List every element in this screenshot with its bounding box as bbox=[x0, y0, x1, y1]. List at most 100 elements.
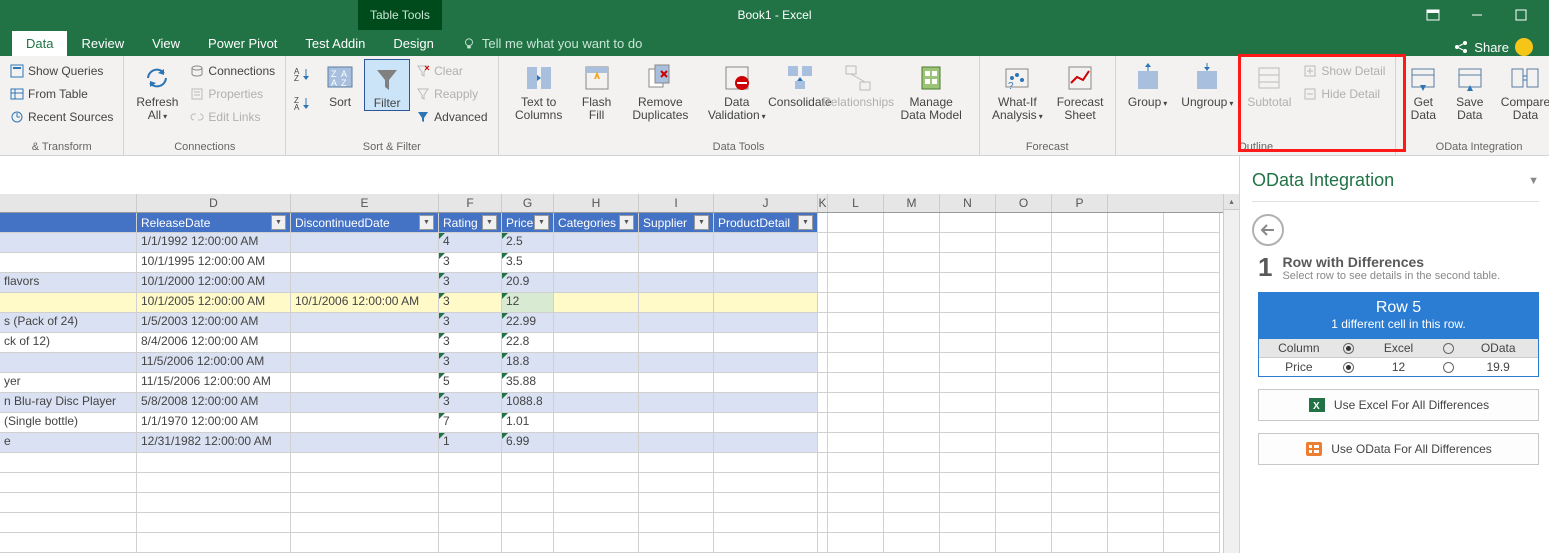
cell[interactable] bbox=[884, 253, 940, 273]
cell[interactable]: 3 bbox=[439, 313, 502, 333]
cell[interactable] bbox=[554, 493, 639, 513]
cell[interactable] bbox=[502, 533, 554, 553]
filter-dropdown-icon[interactable]: ▼ bbox=[798, 215, 813, 230]
cell[interactable] bbox=[884, 533, 940, 553]
cell[interactable]: 1.01 bbox=[502, 413, 554, 433]
cell[interactable] bbox=[1052, 393, 1108, 413]
filter-dropdown-icon[interactable]: ▼ bbox=[482, 215, 497, 230]
cell[interactable] bbox=[502, 493, 554, 513]
cell[interactable] bbox=[828, 273, 884, 293]
cell[interactable] bbox=[639, 353, 714, 373]
table-header[interactable]: DiscontinuedDate▼ bbox=[291, 213, 439, 233]
cell[interactable] bbox=[884, 453, 940, 473]
cell[interactable] bbox=[996, 533, 1052, 553]
cell[interactable] bbox=[940, 393, 996, 413]
col-header-F[interactable]: F bbox=[439, 194, 502, 212]
cell[interactable]: 12/31/1982 12:00:00 AM bbox=[137, 433, 291, 453]
cell[interactable] bbox=[1164, 453, 1220, 473]
cell[interactable]: 20.9 bbox=[502, 273, 554, 293]
connections-button[interactable]: Connections bbox=[186, 60, 279, 82]
cell[interactable] bbox=[137, 453, 291, 473]
cell[interactable] bbox=[502, 473, 554, 493]
cell[interactable] bbox=[884, 513, 940, 533]
cell[interactable] bbox=[884, 493, 940, 513]
cell[interactable] bbox=[1052, 513, 1108, 533]
cell[interactable] bbox=[291, 313, 439, 333]
cell[interactable]: 7 bbox=[439, 413, 502, 433]
cell[interactable] bbox=[0, 233, 137, 253]
cell[interactable] bbox=[1108, 253, 1164, 273]
col-header-M[interactable]: M bbox=[884, 194, 940, 212]
cell[interactable]: 1/5/2003 12:00:00 AM bbox=[137, 313, 291, 333]
cell[interactable] bbox=[137, 473, 291, 493]
cell[interactable]: 3 bbox=[439, 393, 502, 413]
tell-me-search[interactable]: Tell me what you want to do bbox=[448, 31, 656, 56]
cell[interactable] bbox=[554, 473, 639, 493]
cell[interactable] bbox=[828, 253, 884, 273]
cell[interactable]: 3 bbox=[439, 353, 502, 373]
cell[interactable] bbox=[1108, 313, 1164, 333]
cell[interactable] bbox=[940, 453, 996, 473]
cell[interactable] bbox=[0, 533, 137, 553]
col-header-L[interactable]: L bbox=[828, 194, 884, 212]
cell[interactable] bbox=[0, 293, 137, 313]
cell[interactable] bbox=[996, 353, 1052, 373]
cell[interactable] bbox=[554, 313, 639, 333]
cell[interactable] bbox=[828, 313, 884, 333]
cell[interactable] bbox=[818, 233, 828, 253]
cell[interactable] bbox=[291, 373, 439, 393]
cell[interactable] bbox=[554, 273, 639, 293]
share-button[interactable]: Share bbox=[1474, 40, 1509, 55]
cell[interactable] bbox=[1164, 433, 1220, 453]
cell[interactable]: flavors bbox=[0, 273, 137, 293]
cell[interactable] bbox=[639, 433, 714, 453]
cell[interactable]: 1/1/1992 12:00:00 AM bbox=[137, 233, 291, 253]
filter-dropdown-icon[interactable]: ▼ bbox=[619, 215, 634, 230]
cell[interactable] bbox=[884, 413, 940, 433]
cell[interactable] bbox=[291, 493, 439, 513]
cell[interactable] bbox=[714, 293, 818, 313]
cell[interactable] bbox=[884, 473, 940, 493]
cell[interactable] bbox=[818, 273, 828, 293]
cell[interactable] bbox=[1164, 313, 1220, 333]
cell[interactable]: 11/15/2006 12:00:00 AM bbox=[137, 373, 291, 393]
cell[interactable] bbox=[0, 513, 137, 533]
select-excel-radio[interactable] bbox=[1343, 343, 1354, 354]
cell[interactable] bbox=[1164, 233, 1220, 253]
cell[interactable] bbox=[828, 433, 884, 453]
cell[interactable] bbox=[291, 233, 439, 253]
cell[interactable] bbox=[639, 233, 714, 253]
cell[interactable]: 2.5 bbox=[502, 233, 554, 253]
cell[interactable] bbox=[828, 293, 884, 313]
table-header[interactable]: Price▼ bbox=[502, 213, 554, 233]
select-odata-radio[interactable] bbox=[1443, 343, 1454, 354]
cell[interactable]: s (Pack of 24) bbox=[0, 313, 137, 333]
cell[interactable]: n Blu-ray Disc Player bbox=[0, 393, 137, 413]
cell[interactable] bbox=[818, 253, 828, 273]
cell[interactable]: 12 bbox=[502, 293, 554, 313]
cell[interactable]: 22.99 bbox=[502, 313, 554, 333]
col-header-D[interactable]: D bbox=[137, 194, 291, 212]
cell[interactable] bbox=[714, 493, 818, 513]
cell[interactable] bbox=[818, 513, 828, 533]
cell[interactable] bbox=[714, 233, 818, 253]
table-header[interactable]: Categories▼ bbox=[554, 213, 639, 233]
cell[interactable] bbox=[996, 293, 1052, 313]
row-excel-radio[interactable] bbox=[1343, 362, 1354, 373]
get-data-button[interactable]: Get Data bbox=[1402, 59, 1444, 122]
table-header[interactable]: ReleaseDate▼ bbox=[137, 213, 291, 233]
cell[interactable] bbox=[828, 373, 884, 393]
cell[interactable] bbox=[639, 313, 714, 333]
cell[interactable]: 5/8/2008 12:00:00 AM bbox=[137, 393, 291, 413]
cell[interactable] bbox=[639, 273, 714, 293]
cell[interactable] bbox=[0, 493, 137, 513]
flash-fill-button[interactable]: Flash Fill bbox=[575, 59, 618, 122]
refresh-all-button[interactable]: Refresh All▾ bbox=[130, 59, 184, 122]
cell[interactable] bbox=[940, 533, 996, 553]
col-header-P[interactable]: P bbox=[1052, 194, 1108, 212]
cell[interactable] bbox=[818, 333, 828, 353]
cell[interactable] bbox=[1108, 453, 1164, 473]
cell[interactable]: 5 bbox=[439, 373, 502, 393]
cell[interactable] bbox=[828, 353, 884, 373]
cell[interactable] bbox=[818, 313, 828, 333]
